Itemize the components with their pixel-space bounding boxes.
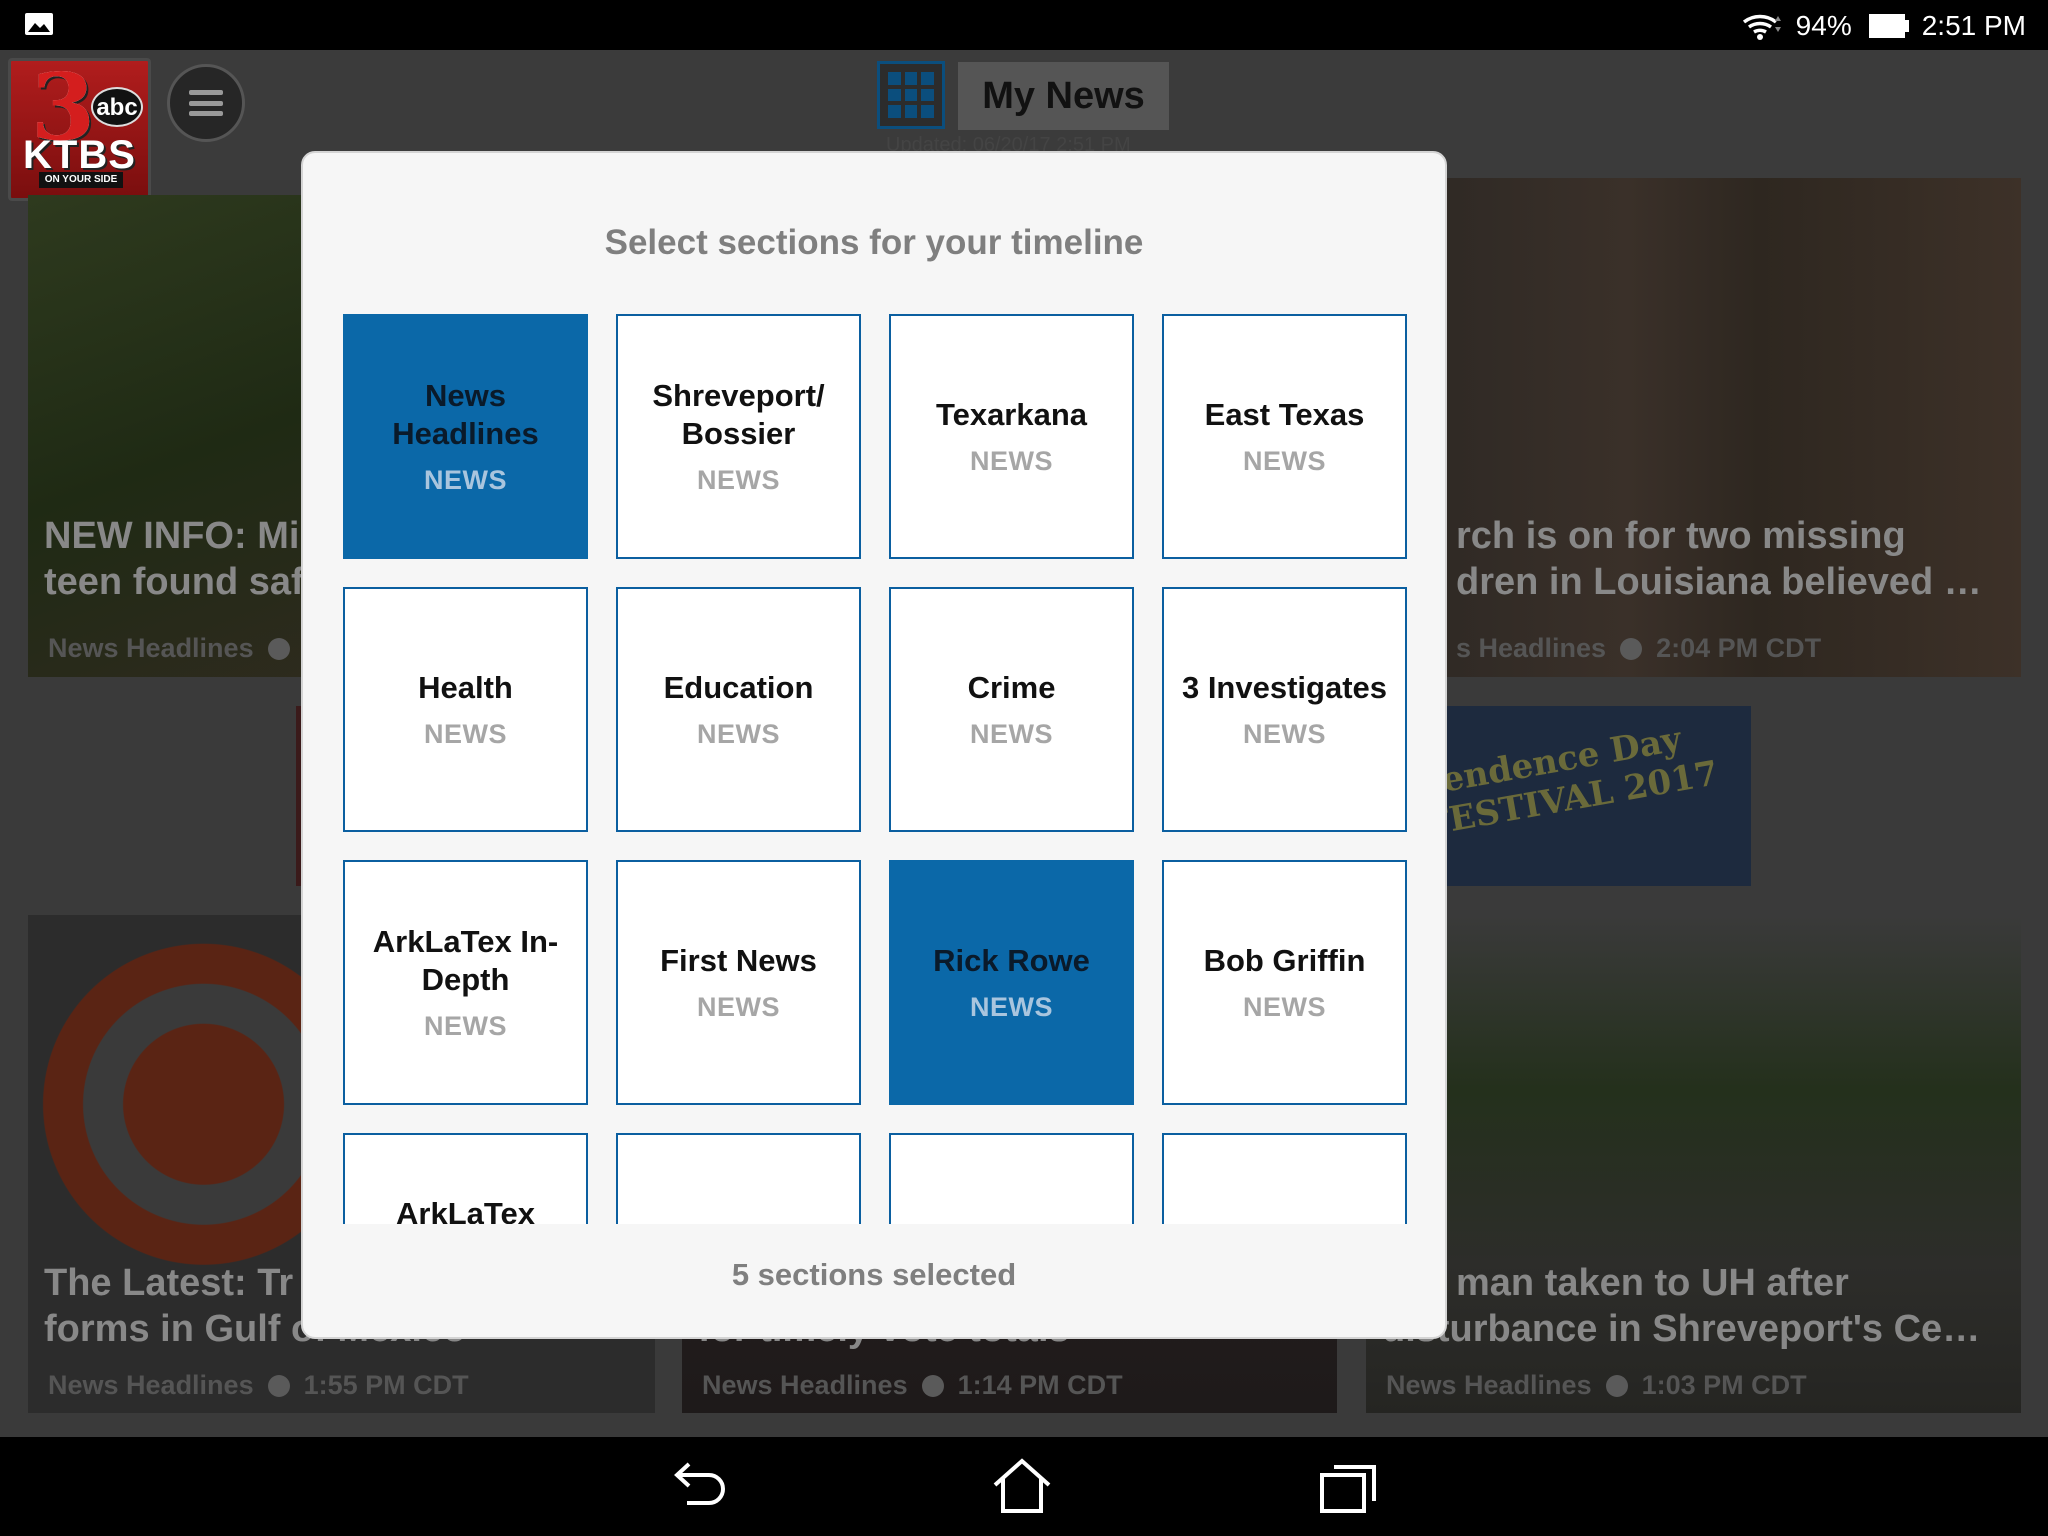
section-tile[interactable]: Shreveport/ Bossier NEWS [616,314,861,559]
image-notification-icon [25,13,53,35]
section-tile-name: Health [418,670,513,705]
section-tile[interactable]: East Texas NEWS [1162,314,1407,559]
section-tile[interactable]: News Headlines NEWS [343,314,588,559]
section-tile-category: NEWS [970,992,1053,1022]
section-tile-category: NEWS [697,465,780,495]
section-tile-category: NEWS [1243,992,1326,1022]
battery-percentage: 94% [1795,10,1852,41]
section-tile[interactable] [889,1133,1134,1224]
section-tile[interactable]: Rick Rowe NEWS [889,860,1134,1105]
clock: 2:51 PM [1921,10,2026,41]
section-tile-name: Shreveport/ Bossier [652,378,825,451]
section-tile-name: News Headlines [392,378,539,451]
back-icon[interactable] [665,1455,731,1517]
section-tile[interactable]: Bob Griffin NEWS [1162,860,1407,1105]
section-tile-category: NEWS [424,719,507,749]
section-tile[interactable]: Crime NEWS [889,587,1134,832]
section-tile-name: ArkLaTex In-Depth [372,924,559,997]
section-tile-category: NEWS [970,446,1053,476]
section-select-dialog: Select sections for your timeline News H… [301,151,1447,1339]
section-tile-category: NEWS [697,992,780,1022]
section-tile[interactable]: ArkLaTex [343,1133,588,1224]
section-tile-name: East Texas [1204,397,1365,432]
section-tile[interactable]: Texarkana NEWS [889,314,1134,559]
section-tile[interactable]: Health NEWS [343,587,588,832]
section-tile-name: ArkLaTex [396,1196,535,1224]
section-tile-category: NEWS [697,719,780,749]
section-tiles-grid[interactable]: News Headlines NEWS Shreveport/ Bossier NEW… [343,314,1413,1224]
section-tile[interactable]: ArkLaTex In-Depth NEWS [343,860,588,1105]
section-tile-name: Education [663,670,814,705]
section-tile-category: NEWS [424,1011,507,1041]
section-tile[interactable]: Education NEWS [616,587,861,832]
section-tile-category: NEWS [970,719,1053,749]
section-tile-category: NEWS [1243,446,1326,476]
section-tile-name: Rick Rowe [933,943,1090,978]
section-tile[interactable] [1162,1133,1407,1224]
section-tile[interactable]: First News NEWS [616,860,861,1105]
section-tile[interactable] [616,1133,861,1224]
section-tile-name: Bob Griffin [1203,943,1366,978]
section-tile[interactable]: 3 Investigates NEWS [1162,587,1407,832]
home-icon[interactable] [989,1455,1055,1517]
section-tile-name: First News [660,943,817,978]
section-tile-category: NEWS [1243,719,1326,749]
status-right: 94% 2:51 PM [1740,6,2026,46]
battery-icon [1868,14,1909,38]
recents-icon[interactable] [1316,1455,1382,1517]
selection-count: 5 sections selected [731,1257,1017,1292]
dialog-title: Select sections for your timeline [604,223,1144,262]
section-tile-name: 3 Investigates [1181,670,1388,705]
status-bar: 94% 2:51 PM [0,0,2048,50]
section-tile-name: Crime [967,670,1056,705]
section-tile-name: Texarkana [935,397,1088,432]
system-nav-bar [0,1437,2048,1536]
wifi-icon [1742,14,1781,40]
section-tile-category: NEWS [424,465,507,495]
